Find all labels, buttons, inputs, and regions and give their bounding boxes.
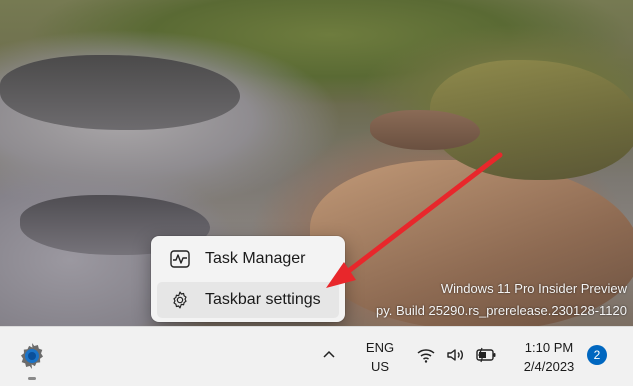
clock-time: 1:10 PM — [524, 340, 574, 355]
watermark-edition: Windows 11 Pro Insider Preview — [440, 281, 627, 296]
gear-icon — [169, 289, 191, 311]
notification-badge[interactable]: 2 — [587, 345, 607, 365]
language-code: ENG — [365, 340, 395, 355]
taskbar-context-menu: Task Manager Taskbar settings — [151, 236, 345, 322]
menu-item-task-manager[interactable]: Task Manager — [157, 241, 339, 277]
system-tray-quick-settings[interactable] — [415, 344, 497, 366]
running-indicator — [28, 377, 36, 380]
show-hidden-icons-button[interactable] — [319, 345, 339, 365]
taskbar: ENG US 1:10 PM 2/4/2023 2 — [0, 326, 633, 386]
input-language-indicator[interactable]: ENG US — [360, 338, 400, 376]
volume-icon — [445, 344, 467, 366]
settings-app-icon — [17, 341, 47, 376]
chevron-up-icon — [322, 346, 336, 364]
menu-item-taskbar-settings[interactable]: Taskbar settings — [157, 282, 339, 318]
wifi-icon — [415, 344, 437, 366]
task-manager-icon — [169, 248, 191, 270]
watermark-build: py. Build 25290.rs_prerelease.230128-112… — [375, 303, 627, 318]
clock-date: 2/4/2023 — [523, 359, 575, 374]
menu-item-label: Task Manager — [205, 250, 306, 267]
wallpaper-rock — [370, 110, 480, 150]
settings-app-button[interactable] — [15, 341, 49, 375]
wallpaper-rock — [310, 160, 633, 326]
clock-date-button[interactable]: 1:10 PM 2/4/2023 — [508, 338, 590, 376]
language-region: US — [370, 359, 390, 374]
wallpaper-rock — [0, 55, 240, 130]
battery-icon — [475, 344, 497, 366]
menu-item-label: Taskbar settings — [205, 291, 321, 308]
